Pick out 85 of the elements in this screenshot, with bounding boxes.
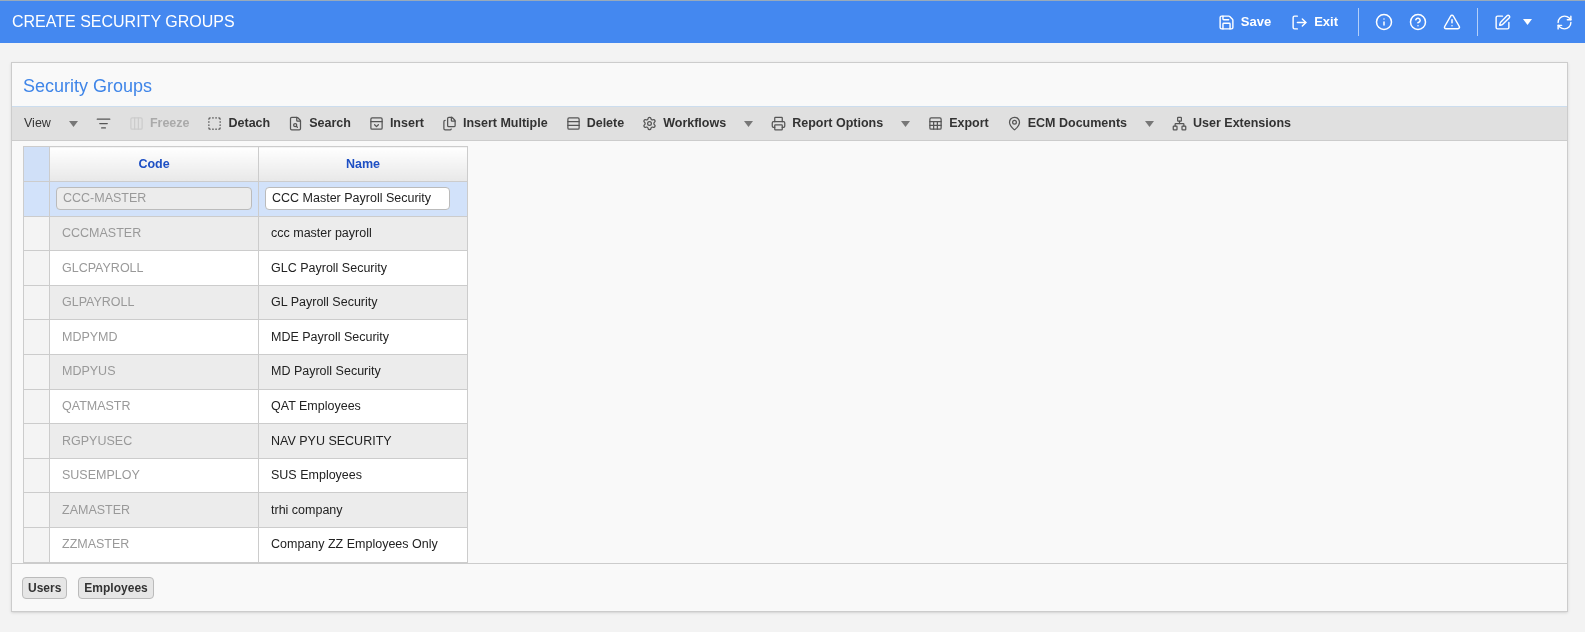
hierarchy-icon	[1172, 116, 1188, 131]
toolbar-button[interactable]: Report Options	[771, 114, 911, 133]
gears-icon	[642, 116, 658, 131]
table-row[interactable]: ZAMASTER trhi company	[23, 492, 468, 528]
insert-row-icon	[368, 116, 384, 131]
warning-icon[interactable]	[1443, 13, 1461, 31]
row-selector[interactable]	[23, 216, 50, 251]
info-icon[interactable]	[1375, 13, 1393, 31]
table-row[interactable]: ZZMASTER Company ZZ Employees Only	[23, 527, 468, 563]
code-cell-text: CCCMASTER	[61, 226, 143, 240]
table-row[interactable]: CCC-MASTER CCC Master Payroll Security	[23, 181, 468, 217]
caret-icon	[744, 120, 754, 127]
filter-list-icon	[95, 116, 111, 131]
row-selector[interactable]	[23, 527, 50, 563]
table-row[interactable]: MDPYMD MDE Payroll Security	[23, 319, 468, 355]
table-row[interactable]: QATMASTR QAT Employees	[23, 389, 468, 424]
toolbar-button[interactable]: ECM Documents	[1006, 114, 1155, 133]
column-header[interactable]: Code	[49, 146, 259, 182]
panel-title: Security Groups	[22, 75, 154, 98]
toolbar-button[interactable]: Insert	[368, 114, 424, 133]
edit-icon[interactable]	[1494, 13, 1511, 31]
delete-row-icon	[565, 116, 581, 131]
row-selector[interactable]	[23, 389, 50, 424]
row-selector[interactable]	[23, 181, 50, 217]
row-selector[interactable]	[23, 319, 50, 355]
table-row[interactable]: GLPAYROLL GL Payroll Security	[23, 285, 468, 320]
table-row[interactable]: MDPYUS MD Payroll Security	[23, 354, 468, 390]
table-row[interactable]: CCCMASTER ccc master payroll	[23, 216, 468, 251]
toolbar-button[interactable]: Detach	[207, 114, 271, 133]
code-cell-text: QATMASTR	[61, 399, 132, 413]
help-icon[interactable]	[1409, 13, 1427, 31]
code-cell-text: GLCPAYROLL	[61, 260, 145, 275]
row-selector[interactable]	[23, 492, 50, 528]
code-cell-text: ZAMASTER	[61, 502, 132, 517]
page-title: CREATE SECURITY GROUPS	[12, 12, 236, 32]
name-field[interactable]: CCC Master Payroll Security	[265, 187, 450, 211]
tab-button[interactable]: Users	[22, 576, 68, 599]
row-selector[interactable]	[23, 354, 50, 390]
caret-icon	[1523, 19, 1532, 25]
name-cell-text: trhi company	[270, 502, 344, 517]
row-selector[interactable]	[23, 423, 50, 459]
toolbar-button[interactable]: View	[24, 114, 78, 133]
name-cell-text: SUS Employees	[270, 468, 363, 483]
pin-icon	[1006, 116, 1022, 131]
table-row[interactable]: RGPYUSEC NAV PYU SECURITY	[23, 423, 468, 459]
printer-icon	[771, 116, 787, 131]
code-cell-text: RGPYUSEC	[61, 433, 134, 448]
code-cell-text: GLPAYROLL	[61, 295, 136, 310]
name-cell-text: MDE Payroll Security	[270, 329, 391, 344]
toolbar-button[interactable]: Delete	[565, 114, 625, 133]
exit-icon	[1291, 13, 1309, 31]
toolbar-button[interactable]: Insert Multiple	[441, 114, 548, 133]
code-cell-text: MDPYUS	[61, 364, 117, 379]
name-cell-text: QAT Employees	[270, 399, 362, 413]
toolbar-button[interactable]: User Extensions	[1172, 114, 1292, 133]
table-row[interactable]: SUSEMPLOY SUS Employees	[23, 458, 468, 493]
toolbar-button[interactable]: Export	[928, 114, 989, 133]
caret-icon	[1145, 120, 1155, 127]
row-selector[interactable]	[23, 458, 50, 493]
row-header-corner	[23, 146, 50, 182]
code-cell-text: ZZMASTER	[61, 537, 131, 552]
save-icon	[1217, 13, 1235, 31]
tab-button[interactable]: Employees	[78, 576, 154, 599]
name-cell-text: Company ZZ Employees Only	[270, 537, 439, 552]
toolbar-button[interactable]: Workflows	[642, 114, 754, 133]
name-cell-text: NAV PYU SECURITY	[270, 433, 393, 448]
dashed-square-icon	[207, 116, 223, 131]
row-selector[interactable]	[23, 285, 50, 320]
name-cell-text: GLC Payroll Security	[270, 260, 388, 275]
code-cell-text: SUSEMPLOY	[61, 468, 141, 483]
caret-icon	[901, 120, 911, 127]
row-selector[interactable]	[23, 250, 50, 286]
files-icon	[441, 116, 457, 131]
search-icon	[288, 116, 304, 131]
toolbar-button[interactable]: Search	[288, 114, 351, 133]
toolbar-button[interactable]	[95, 116, 111, 131]
caret-icon	[68, 120, 78, 127]
table-row[interactable]: GLCPAYROLL GLC Payroll Security	[23, 250, 468, 286]
refresh-icon[interactable]	[1556, 13, 1573, 31]
code-cell-text: MDPYMD	[61, 329, 119, 344]
name-cell-text: ccc master payroll	[270, 226, 373, 240]
table-icon	[928, 116, 944, 131]
column-header[interactable]: Name	[258, 146, 468, 182]
name-cell-text: MD Payroll Security	[270, 364, 382, 379]
name-cell-text: GL Payroll Security	[270, 295, 379, 310]
